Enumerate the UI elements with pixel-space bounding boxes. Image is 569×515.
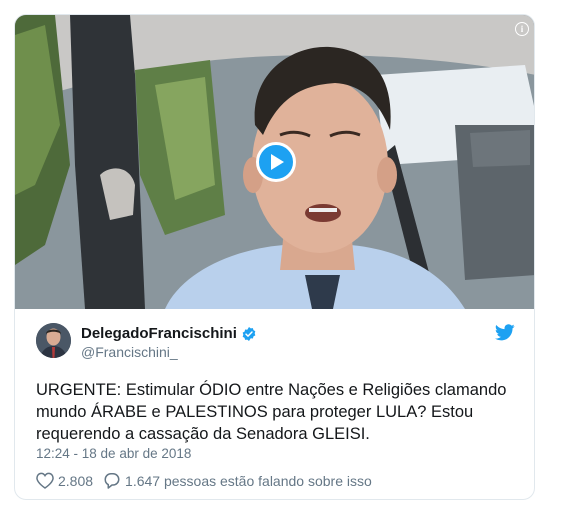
twitter-bird-icon[interactable] — [495, 324, 515, 341]
tweet-actions: 2.808 1.647 pessoas estão falando sobre … — [36, 472, 382, 489]
info-icon[interactable]: i — [515, 22, 529, 36]
display-name-row[interactable]: DelegadoFrancischini — [81, 325, 257, 342]
tweet-header: DelegadoFrancischini @Francischini_ — [15, 309, 534, 369]
like-count: 2.808 — [58, 472, 94, 489]
heart-icon — [36, 472, 54, 489]
display-name[interactable]: DelegadoFrancischini — [81, 325, 237, 342]
tweet-text: URGENTE: Estimular ÓDIO entre Nações e R… — [36, 381, 507, 443]
play-icon — [271, 154, 284, 170]
play-button[interactable] — [256, 142, 296, 182]
reply-bubble-icon — [104, 473, 120, 489]
embedded-tweet-card: i DelegadoFrancischini @Francischini_ UR… — [14, 14, 535, 500]
user-handle[interactable]: @Francischini_ — [81, 344, 178, 360]
tweet-timestamp[interactable]: 12:24 - 18 de abr de 2018 — [36, 446, 191, 461]
avatar[interactable] — [36, 323, 71, 358]
conversation-text: 1.647 pessoas estão falando sobre isso — [125, 472, 372, 489]
verified-badge-icon — [242, 326, 256, 341]
video-thumbnail[interactable]: i — [15, 15, 534, 309]
like-action[interactable]: 2.808 — [36, 472, 93, 489]
conversation-action[interactable]: 1.647 pessoas estão falando sobre isso — [103, 472, 372, 489]
